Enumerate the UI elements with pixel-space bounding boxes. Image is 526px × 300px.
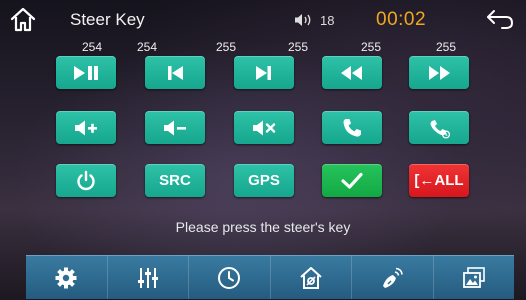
clear-all-key[interactable]: [←ALL: [409, 164, 469, 197]
clock-icon: [218, 266, 241, 289]
key-values-row: 254 254 255 255 255 255: [0, 40, 526, 54]
volume-down-icon: [164, 120, 186, 135]
power-key[interactable]: [56, 164, 116, 197]
picture-icon: [462, 266, 485, 288]
next-track-icon: [256, 65, 271, 80]
volume-up-icon: [75, 120, 97, 135]
source-key[interactable]: SRC: [145, 164, 205, 197]
src-label: SRC: [159, 172, 191, 189]
gps-key[interactable]: GPS: [234, 164, 294, 197]
home-button[interactable]: [8, 4, 38, 34]
back-button[interactable]: [484, 6, 516, 32]
speaker-icon: [295, 14, 311, 26]
equalizer-icon: [137, 267, 158, 288]
volume-level: 18: [320, 13, 335, 28]
gear-icon: [55, 267, 77, 288]
mute-key[interactable]: [234, 111, 294, 144]
tab-settings[interactable]: [26, 256, 108, 299]
rewind-key[interactable]: [322, 56, 382, 89]
back-arrow-icon: [487, 10, 514, 29]
bottom-nav-bar: [26, 255, 514, 299]
clock-time: 00:02: [376, 9, 427, 30]
phone-hangup-key[interactable]: [409, 111, 469, 144]
mute-icon: [253, 120, 276, 135]
rewind-icon: [341, 65, 362, 80]
home-icon: [10, 7, 36, 32]
tab-time[interactable]: [189, 256, 271, 299]
checkmark-icon: [341, 172, 363, 189]
volume-down-key[interactable]: [145, 111, 205, 144]
key-value: 254: [136, 40, 158, 54]
page-title: Steer Key: [70, 10, 145, 29]
power-icon: [77, 170, 95, 190]
volume-up-key[interactable]: [56, 111, 116, 144]
play-pause-icon: [74, 65, 98, 80]
tab-home-settings[interactable]: [271, 256, 352, 299]
confirm-key[interactable]: [322, 164, 382, 197]
satellite-icon: [383, 267, 404, 288]
phone-hangup-icon: [430, 119, 451, 139]
tab-wallpaper[interactable]: [434, 256, 515, 299]
phone-answer-key[interactable]: [322, 111, 382, 144]
tab-equalizer[interactable]: [108, 256, 189, 299]
clear-all-label: [←ALL: [414, 172, 464, 189]
fast-forward-icon: [429, 65, 450, 80]
gps-label: GPS: [248, 172, 280, 189]
previous-track-icon: [168, 65, 183, 80]
key-value: 255: [287, 40, 309, 54]
key-value: 254: [81, 40, 103, 54]
tab-satellite[interactable]: [352, 256, 434, 299]
fast-forward-key[interactable]: [409, 56, 469, 89]
key-value: 255: [435, 40, 457, 54]
previous-track-key[interactable]: [145, 56, 205, 89]
key-value: 255: [360, 40, 382, 54]
next-track-key[interactable]: [234, 56, 294, 89]
house-settings-icon: [300, 266, 322, 289]
top-bar: Steer Key 18 00:02: [0, 0, 526, 40]
play-pause-key[interactable]: [56, 56, 116, 89]
instruction-text: Please press the steer's key: [175, 219, 351, 235]
key-value: 255: [215, 40, 237, 54]
phone-answer-icon: [343, 118, 361, 137]
